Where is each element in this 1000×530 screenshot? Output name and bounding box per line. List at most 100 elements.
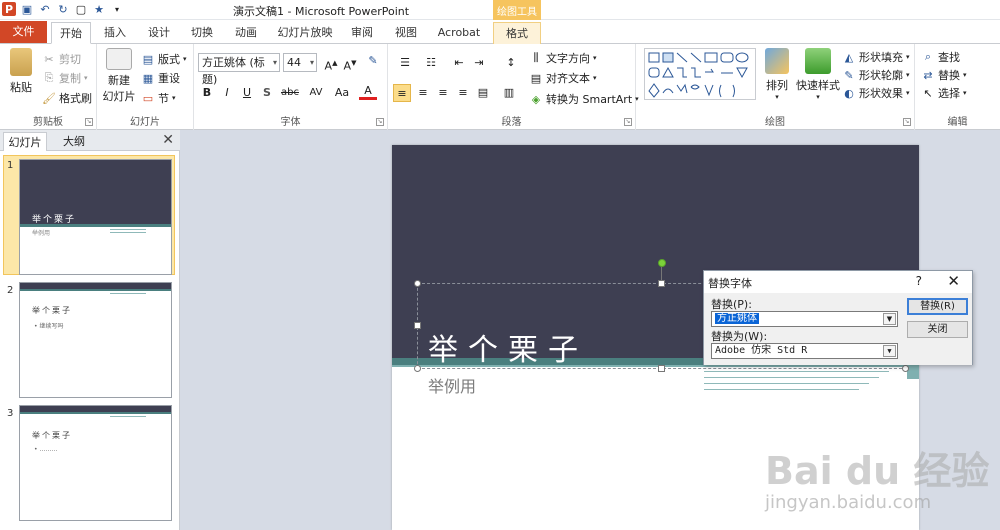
line-spacing-icon[interactable]: ↕: [502, 54, 520, 72]
align-left-icon[interactable]: ≡: [393, 84, 411, 102]
numbering-icon[interactable]: ☷: [422, 54, 440, 72]
font-color-icon[interactable]: A: [359, 84, 377, 100]
dialog-close-button[interactable]: 关闭: [907, 321, 968, 338]
slide-title[interactable]: 举个栗子: [428, 325, 588, 369]
grow-font-icon[interactable]: A▲: [322, 54, 340, 73]
tab-review[interactable]: 审阅: [343, 22, 381, 44]
pane-tab-slides[interactable]: 幻灯片: [3, 132, 47, 151]
clipboard-launcher-icon[interactable]: ↘: [85, 118, 93, 126]
chevron-down-icon[interactable]: ▼: [883, 345, 896, 357]
italic-button[interactable]: I: [218, 84, 236, 102]
clear-formatting-icon[interactable]: ✎: [364, 52, 382, 70]
layout-icon: ▤: [142, 52, 154, 66]
find-button[interactable]: ⌕ 查找: [921, 48, 960, 66]
new-document-icon[interactable]: ▢: [74, 2, 88, 16]
tab-home[interactable]: 开始: [51, 22, 91, 44]
section-button[interactable]: ▭ 节 ▾: [141, 89, 176, 107]
paint-bucket-icon: ◭: [844, 50, 854, 64]
resize-handle-br[interactable]: [902, 365, 909, 372]
increase-indent-icon[interactable]: ⇥: [470, 54, 488, 72]
shapes-gallery[interactable]: [644, 48, 756, 100]
reset-button[interactable]: ▦ 重设: [141, 69, 180, 87]
undo-icon[interactable]: ↶: [38, 2, 52, 16]
rotation-handle[interactable]: [658, 259, 666, 267]
shapes-gallery-icons: [648, 52, 749, 98]
text-direction-icon: ⫼: [533, 51, 539, 64]
powerpoint-logo-icon[interactable]: P: [2, 2, 16, 16]
shrink-font-icon[interactable]: A▼: [341, 54, 359, 73]
save-icon[interactable]: ▣: [20, 2, 34, 16]
chevron-down-icon: ▾: [309, 58, 314, 67]
font-launcher-icon[interactable]: ↘: [376, 118, 384, 126]
resize-handle-bl[interactable]: [414, 365, 421, 372]
redo-icon[interactable]: ↻: [56, 2, 70, 16]
resize-handle-t[interactable]: [658, 280, 665, 287]
tab-file[interactable]: 文件: [0, 21, 47, 43]
smartart-button[interactable]: ◈ 转换为 SmartArt ▾: [529, 90, 639, 108]
thumb-title: 举个栗子: [32, 306, 72, 315]
customize-qat-icon[interactable]: ▾: [110, 2, 124, 16]
shape-effects-button[interactable]: ◐ 形状效果 ▾: [842, 84, 909, 102]
columns-icon[interactable]: ▥: [500, 84, 518, 102]
replace-with-select[interactable]: Adobe 仿宋 Std R ▼: [711, 343, 898, 359]
slides-pane: 幻灯片 大纲 ✕ 1 举个栗子 举例用 2 举个栗子 • 继续写吗 3 举个栗子…: [0, 130, 180, 530]
close-icon[interactable]: ✕: [947, 272, 960, 290]
tab-animations[interactable]: 动画: [227, 22, 265, 44]
align-text-button[interactable]: ▤ 对齐文本 ▾: [529, 69, 597, 87]
close-icon[interactable]: ✕: [162, 132, 174, 148]
copy-button[interactable]: ⎘ 复制 ▾: [42, 69, 88, 87]
resize-handle-l[interactable]: [414, 322, 421, 329]
star-icon[interactable]: ★: [92, 2, 106, 16]
tab-format[interactable]: 格式: [493, 22, 541, 44]
bold-button[interactable]: B: [198, 84, 216, 102]
replace-font-button[interactable]: 替换(R): [907, 298, 968, 315]
change-case-button[interactable]: Aa: [330, 84, 354, 102]
tab-insert[interactable]: 插入: [96, 22, 134, 44]
justify-icon[interactable]: ≡: [454, 84, 472, 102]
pane-tab-outline[interactable]: 大纲: [52, 132, 96, 151]
window-title: 演示文稿1 - Microsoft PowerPoint: [233, 5, 410, 18]
paragraph-launcher-icon[interactable]: ↘: [624, 118, 632, 126]
slide-thumb-2[interactable]: 举个栗子 • 继续写吗: [19, 282, 172, 398]
char-spacing-button[interactable]: AV: [304, 84, 328, 102]
select-button[interactable]: ↖ 选择 ▾: [921, 84, 966, 102]
decrease-indent-icon[interactable]: ⇤: [450, 54, 468, 72]
tab-design[interactable]: 设计: [140, 22, 178, 44]
distributed-icon[interactable]: ▤: [474, 84, 492, 102]
resize-handle-b[interactable]: [658, 365, 665, 372]
drawing-launcher-icon[interactable]: ↘: [903, 118, 911, 126]
tab-acrobat[interactable]: Acrobat: [432, 22, 486, 44]
group-label-paragraph: 段落: [501, 117, 522, 128]
slide-thumb-3[interactable]: 举个栗子 • ………: [19, 405, 172, 521]
replace-font-select[interactable]: 方正姚体 ▼: [711, 311, 898, 327]
underline-button[interactable]: U: [238, 84, 256, 102]
help-icon[interactable]: ?: [916, 274, 922, 288]
paste-button[interactable]: 粘贴: [6, 48, 36, 95]
tab-view[interactable]: 视图: [387, 22, 425, 44]
arrange-button[interactable]: 排列 ▾: [762, 48, 792, 101]
text-direction-button[interactable]: ⫼ 文字方向 ▾: [529, 49, 596, 67]
arrange-icon: [765, 48, 789, 74]
shape-fill-button[interactable]: ◭ 形状填充 ▾: [842, 48, 910, 66]
resize-handle-tl[interactable]: [414, 280, 421, 287]
tab-transitions[interactable]: 切换: [183, 22, 221, 44]
strikethrough-button[interactable]: abc: [278, 84, 302, 102]
format-painter-button[interactable]: 🖌 格式刷: [42, 89, 92, 107]
font-size-combo[interactable]: 44 ▾: [283, 53, 317, 72]
tab-slideshow[interactable]: 幻灯片放映: [270, 22, 340, 44]
align-right-icon[interactable]: ≡: [434, 84, 452, 102]
quick-styles-button[interactable]: 快速样式 ▾: [796, 48, 840, 101]
replace-button[interactable]: ⇄ 替换 ▾: [921, 66, 966, 84]
align-center-icon[interactable]: ≡: [414, 84, 432, 102]
slide-subtitle[interactable]: 举例用: [428, 373, 476, 397]
slide-thumb-1[interactable]: 举个栗子 举例用: [19, 159, 172, 275]
font-name-combo[interactable]: 方正姚体 (标题) ▾: [198, 53, 280, 86]
shadow-button[interactable]: S: [258, 84, 276, 102]
chevron-down-icon[interactable]: ▼: [883, 313, 896, 325]
shape-outline-button[interactable]: ✎ 形状轮廓 ▾: [842, 66, 909, 84]
layout-button[interactable]: ▤ 版式 ▾: [141, 50, 187, 68]
cut-button[interactable]: ✂ 剪切: [42, 50, 81, 68]
bullets-icon[interactable]: ☰: [396, 54, 414, 72]
thumb-line: [110, 232, 146, 233]
new-slide-button[interactable]: 新建 幻灯片: [101, 48, 137, 104]
